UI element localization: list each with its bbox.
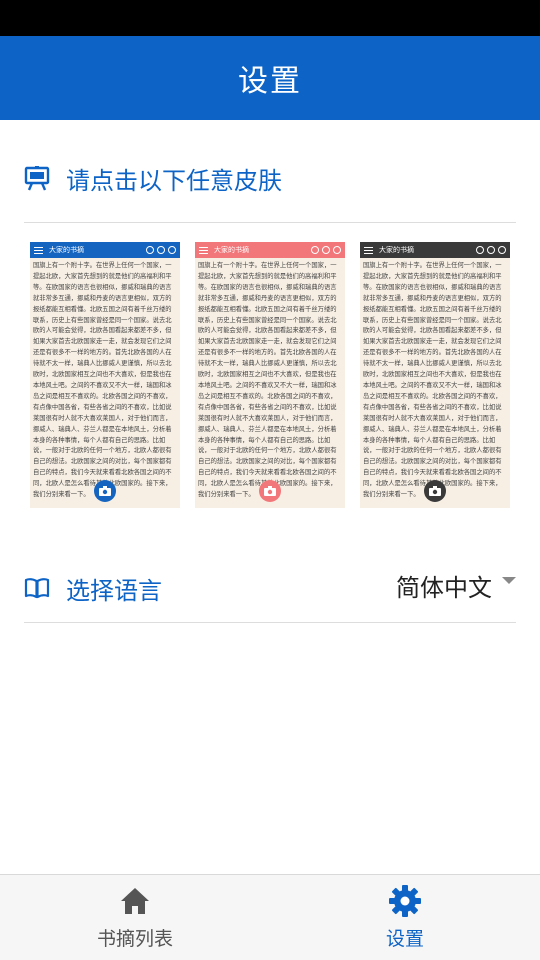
search-icon [311,246,319,254]
gear-icon [333,246,341,254]
skin-section-header: 请点击以下任意皮肤 [24,150,516,206]
skin-option-blue[interactable]: 大家的书摘 国旗上有一个附十字。在世界上任何一个国家，一提起北欧，大家首先想到的… [30,242,180,508]
dropdown-arrow-icon [502,576,516,584]
menu-icon [199,246,208,254]
nav-item-label: 书摘列表 [96,928,173,950]
skin-option-dark[interactable]: 大家的书摘 国旗上有一个附十字。在世界上任何一个国家，一提起北欧，大家首先想到的… [360,242,510,508]
easel-icon [24,165,50,191]
skin-preview-title: 大家的书摘 [214,246,249,254]
status-bar [0,0,540,36]
skin-preview-toolbar: 大家的书摘 [195,242,345,258]
nav-item-label: 设置 [385,928,424,950]
gear-icon [498,246,506,254]
gear-icon [168,246,176,254]
menu-icon [34,246,43,254]
bottom-nav: 书摘列表 设置 [0,874,540,960]
skin-list: 大家的书摘 国旗上有一个附十字。在世界上任何一个国家，一提起北欧，大家首先想到的… [30,242,510,510]
divider [24,622,516,623]
skin-option-pink[interactable]: 大家的书摘 国旗上有一个附十字。在世界上任何一个国家，一提起北欧，大家首先想到的… [195,242,345,508]
skin-preview-title: 大家的书摘 [379,246,414,254]
skin-section-label: 请点击以下任意皮肤 [66,166,282,195]
language-select[interactable]: 简体中文 [396,568,516,603]
language-row: 选择语言 简体中文 [24,560,516,616]
nav-item-settings[interactable]: 设置 [270,875,540,960]
skin-preview-text: 国旗上有一个附十字。在世界上任何一个国家，一提起北欧，大家首先想到的就是他们的高… [33,262,172,499]
book-icon [24,575,50,601]
skin-preview-toolbar: 大家的书摘 [30,242,180,258]
search-icon [146,246,154,254]
menu-icon [364,246,373,254]
page-title: 设置 [238,64,302,99]
camera-icon [259,480,281,502]
shirt-icon [322,246,330,254]
camera-icon [94,480,116,502]
app-bar: 设置 [0,36,540,120]
skin-preview-text: 国旗上有一个附十字。在世界上任何一个国家，一提起北欧，大家首先想到的就是他们的高… [198,262,337,499]
skin-preview-toolbar: 大家的书摘 [360,242,510,258]
home-icon [118,884,152,918]
skin-preview-title: 大家的书摘 [49,246,84,254]
language-label: 选择语言 [66,576,162,605]
nav-item-quotes[interactable]: 书摘列表 [0,875,270,960]
shirt-icon [487,246,495,254]
shirt-icon [157,246,165,254]
divider [24,222,516,223]
camera-icon [424,480,446,502]
language-value: 简体中文 [396,573,492,602]
gear-icon [388,884,422,918]
skin-preview-text: 国旗上有一个附十字。在世界上任何一个国家，一提起北欧，大家首先想到的就是他们的高… [363,262,502,499]
search-icon [476,246,484,254]
